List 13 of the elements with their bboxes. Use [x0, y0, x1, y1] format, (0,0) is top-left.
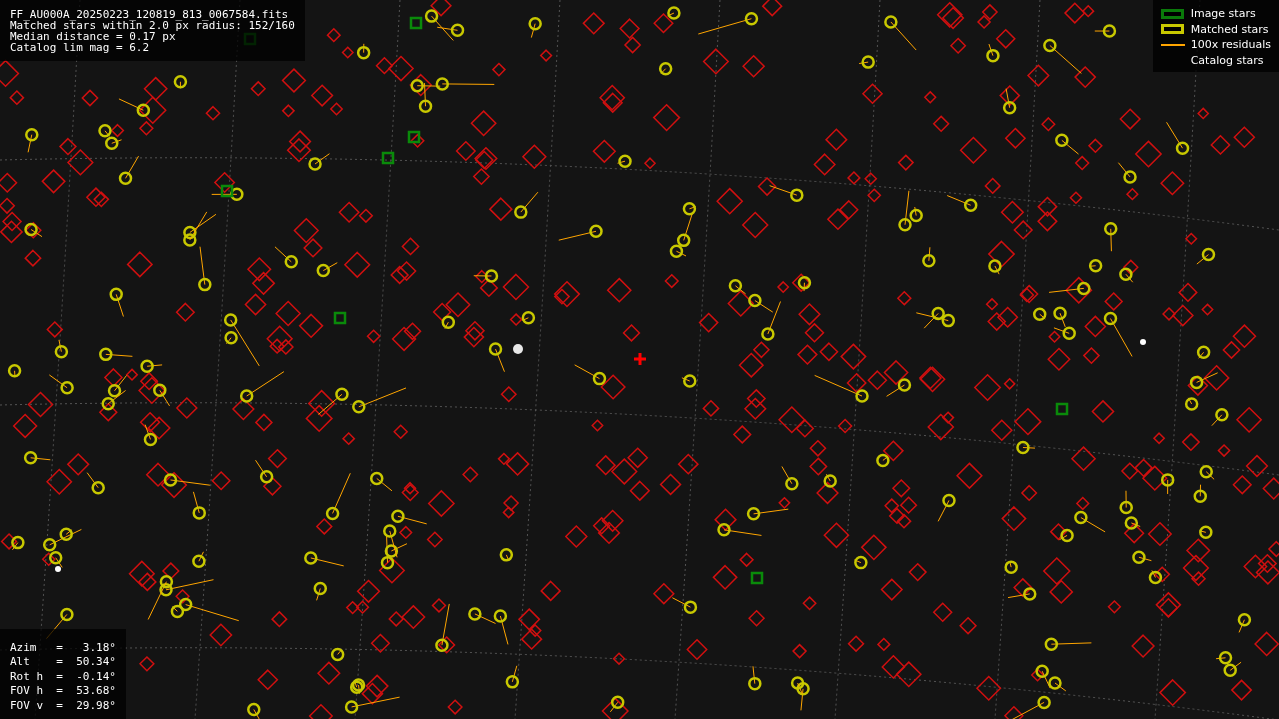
- pointing-text: Azim = 3.18°: [10, 640, 116, 655]
- legend-label: 100x residuals: [1190, 38, 1271, 52]
- info-text: Catalog lim mag = 6.2: [10, 42, 151, 53]
- pointing-text: Rot h = -0.14°: [10, 669, 116, 684]
- info-text: Median distance = 0.17 px: [10, 31, 176, 42]
- legend-label: Matched stars: [1190, 22, 1269, 36]
- legend-label: Image stars: [1190, 7, 1256, 21]
- info-text: Matched stars within 2.0 px radius: 152/160: [10, 20, 295, 31]
- legend-label: Catalog stars: [1190, 53, 1264, 67]
- info-text: FF_AU000A_20250223_120819_813_0067584.fits: [10, 9, 290, 20]
- pointing-text: Alt = 50.34°: [10, 655, 116, 670]
- pointing-text: FOV v = 29.98°: [10, 698, 116, 713]
- pointing-text: FOV h = 53.68°: [10, 684, 116, 699]
